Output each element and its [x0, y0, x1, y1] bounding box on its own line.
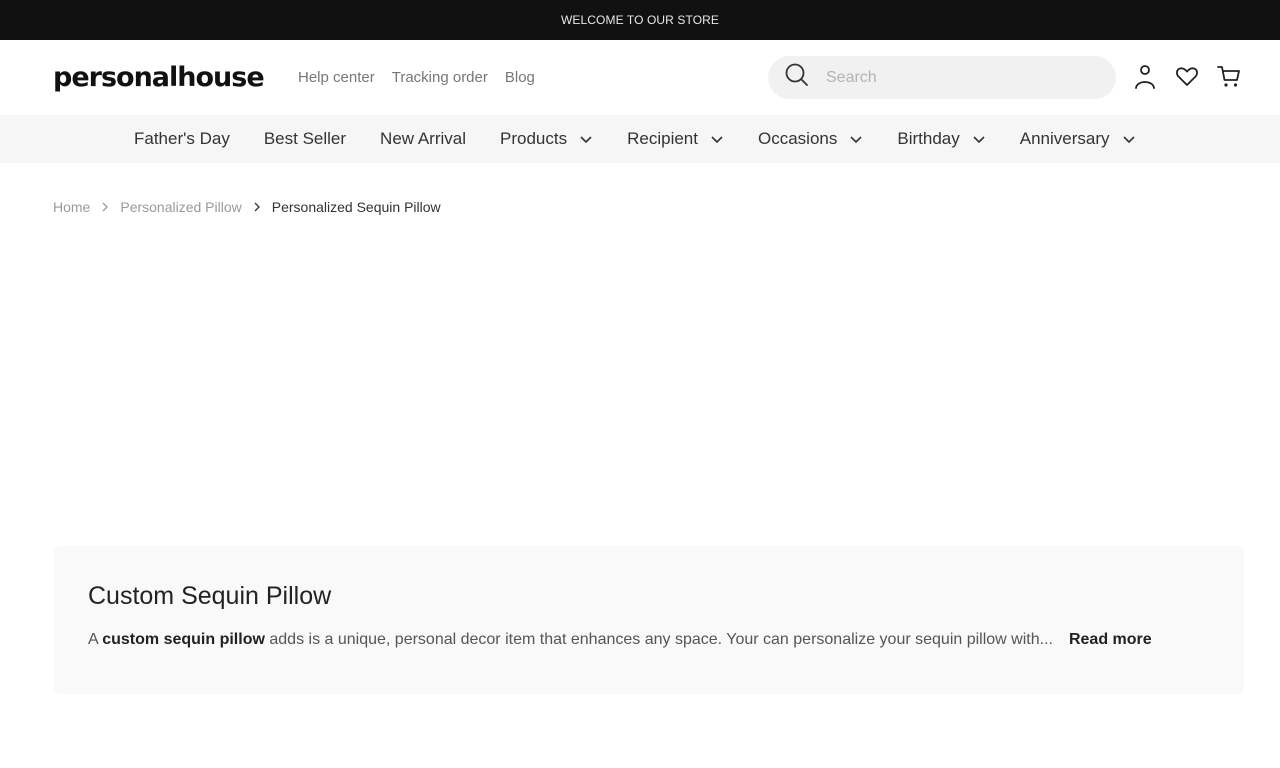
chevron-right-icon [254, 202, 260, 212]
nav-occasions[interactable]: Occasions [758, 129, 863, 149]
nav-fathers-day[interactable]: Father's Day [134, 129, 230, 149]
nav-new-arrival[interactable]: New Arrival [380, 129, 466, 149]
announcement-text: WELCOME TO OUR STORE [560, 13, 720, 27]
user-icon[interactable] [1132, 63, 1158, 89]
nav-label: Best Seller [263, 129, 347, 148]
chevron-down-icon [850, 136, 862, 144]
read-more-link[interactable]: Read more [1069, 631, 1152, 649]
chevron-down-icon [711, 136, 723, 144]
nav-anniversary[interactable]: Anniversary [1020, 129, 1136, 149]
search-bar [768, 56, 1116, 99]
help-center-link[interactable]: Help center [298, 69, 375, 86]
nav-label: Recipient [627, 129, 698, 148]
search-icon[interactable] [784, 62, 810, 93]
nav-birthday[interactable]: Birthday [897, 129, 985, 149]
description-prefix: A [88, 631, 103, 648]
breadcrumb-parent[interactable]: Personalized Pillow [120, 199, 241, 215]
blog-link[interactable]: Blog [505, 69, 535, 86]
chevron-down-icon [1122, 136, 1135, 144]
site-header: personalhouse Help center Tracking order… [0, 40, 1280, 115]
tracking-order-link[interactable]: Tracking order [392, 69, 488, 86]
nav-recipient[interactable]: Recipient [627, 129, 724, 149]
description-rest: adds is a unique, personal decor item th… [264, 631, 1053, 648]
category-description: Custom Sequin Pillow A custom sequin pil… [54, 546, 1244, 694]
top-links: Help center Tracking order Blog [298, 69, 535, 86]
main-navigation: Father's Day Best Seller New Arrival Pro… [0, 115, 1280, 163]
header-icons [1132, 63, 1242, 89]
search-input[interactable] [826, 68, 1086, 87]
nav-label: Anniversary [1019, 129, 1110, 148]
breadcrumb: Home Personalized Pillow Personalized Se… [53, 199, 1280, 215]
nav-label: Occasions [757, 129, 838, 148]
description-bold: custom sequin pillow [102, 631, 265, 648]
description-body: A custom sequin pillow adds is a unique,… [88, 631, 1053, 649]
breadcrumb-home[interactable]: Home [53, 199, 90, 215]
site-logo[interactable]: personalhouse [53, 62, 275, 93]
nav-label: Father's Day [134, 129, 230, 148]
breadcrumb-current: Personalized Sequin Pillow [271, 199, 441, 215]
nav-label: Products [500, 129, 568, 148]
announcement-bar: WELCOME TO OUR STORE [0, 0, 1280, 40]
description-text: A custom sequin pillow adds is a unique,… [88, 631, 1210, 649]
nav-label: New Arrival [380, 129, 467, 148]
heart-icon[interactable] [1174, 63, 1200, 89]
description-title: Custom Sequin Pillow [88, 582, 332, 610]
chevron-down-icon [580, 136, 592, 144]
nav-label: Birthday [897, 129, 960, 148]
nav-best-seller[interactable]: Best Seller [264, 129, 346, 149]
cart-icon[interactable] [1216, 63, 1242, 89]
nav-products[interactable]: Products [500, 129, 593, 149]
chevron-down-icon [973, 136, 985, 144]
chevron-right-icon [102, 202, 109, 212]
